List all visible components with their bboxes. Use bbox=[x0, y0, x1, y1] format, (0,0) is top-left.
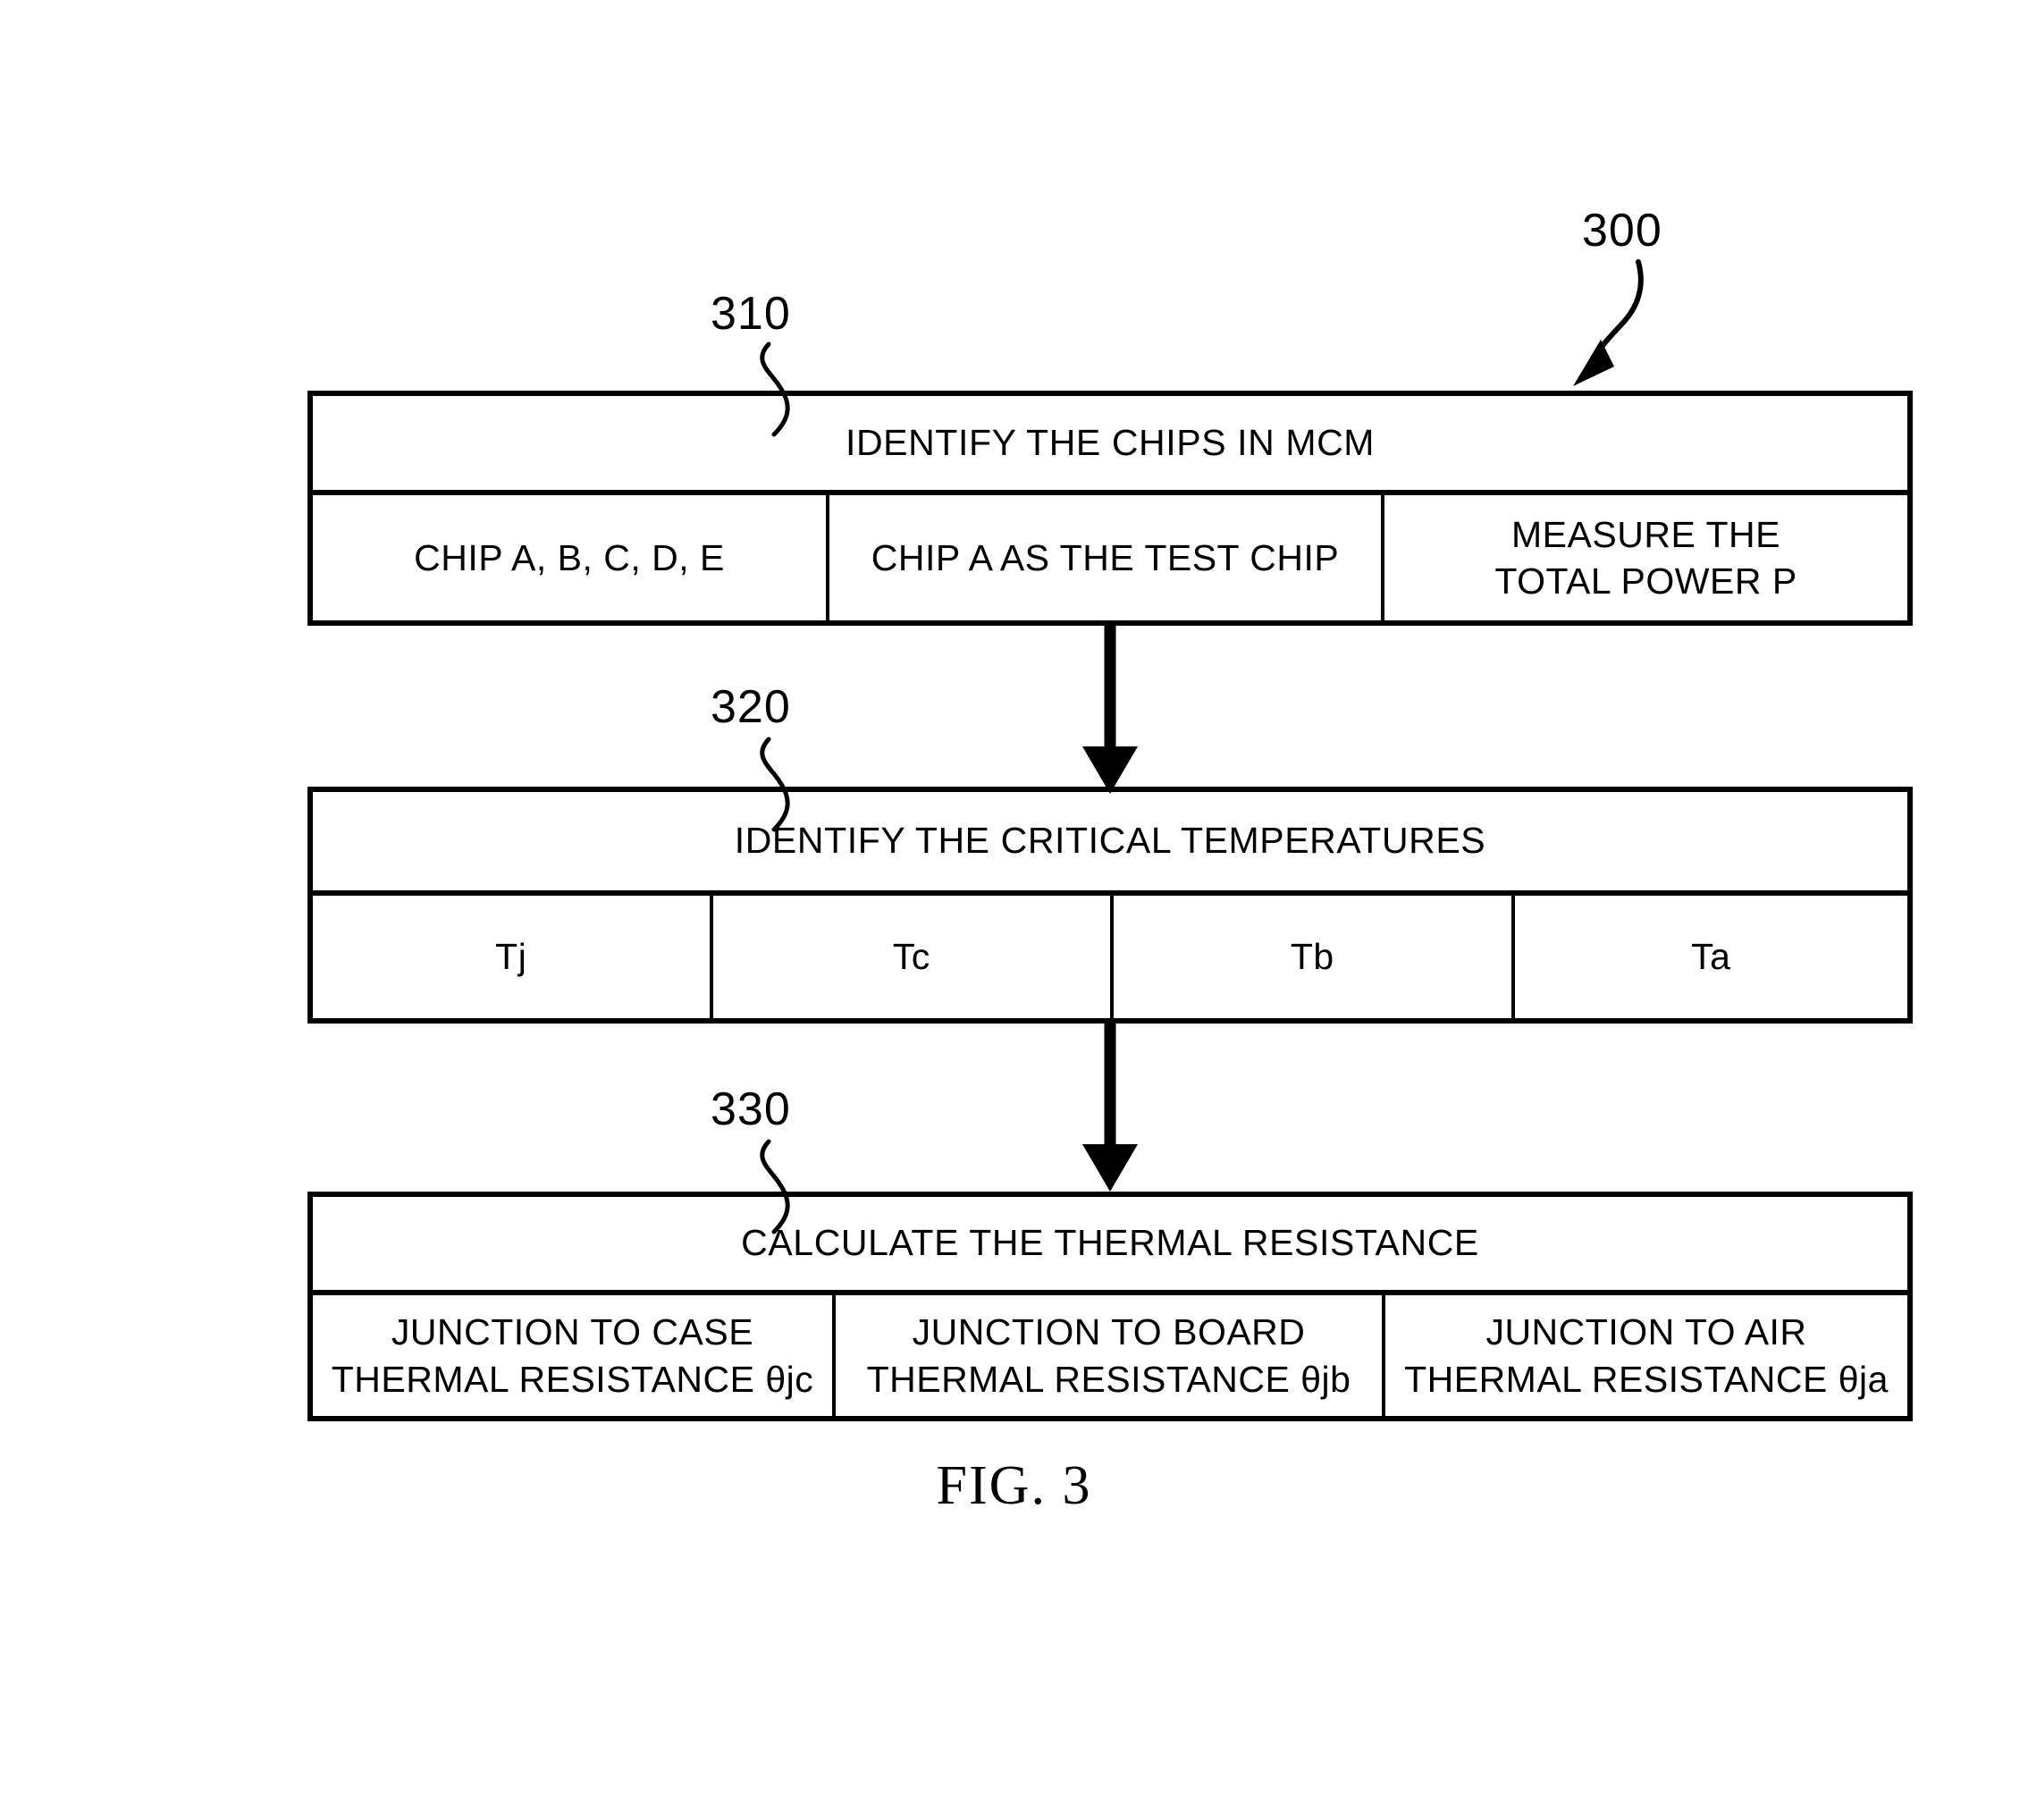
block-310-cell-test-chip: CHIP A AS THE TEST CHIP bbox=[829, 495, 1384, 620]
block-330-header-label: CALCULATE THE THERMAL RESISTANCE bbox=[741, 1222, 1479, 1264]
block-320-cell-tc-label: Tc bbox=[892, 936, 930, 978]
process-block-310: IDENTIFY THE CHIPS IN MCM CHIP A, B, C, … bbox=[307, 391, 1913, 626]
block-310-cell-test-chip-label: CHIP A AS THE TEST CHIP bbox=[871, 536, 1340, 578]
block-310-cell-chips-label: CHIP A, B, C, D, E bbox=[414, 536, 725, 578]
block-320-header: IDENTIFY THE CRITICAL TEMPERATURES bbox=[313, 792, 1907, 896]
block-320-header-label: IDENTIFY THE CRITICAL TEMPERATURES bbox=[734, 820, 1486, 862]
block-320-cell-ta-label: Ta bbox=[1691, 936, 1731, 978]
leader-arrowhead-300 bbox=[1573, 340, 1614, 386]
block-320-cell-ta: Ta bbox=[1515, 896, 1908, 1018]
leader-line-300 bbox=[1589, 259, 1644, 364]
block-320-cell-tj-label: Tj bbox=[495, 936, 527, 978]
block-320-cell-tj: Tj bbox=[313, 896, 713, 1018]
patent-figure-3: 300 310 320 330 IDENTIFY THE CHIPS IN MC… bbox=[0, 0, 2028, 1820]
process-block-330: CALCULATE THE THERMAL RESISTANCE JUNCTIO… bbox=[307, 1192, 1913, 1421]
block-310-cells: CHIP A, B, C, D, E CHIP A AS THE TEST CH… bbox=[313, 495, 1907, 620]
block-320-cell-tb-label: Tb bbox=[1290, 936, 1334, 978]
block-330-cells: JUNCTION TO CASE THERMAL RESISTANCE θjc J… bbox=[313, 1295, 1907, 1416]
arrow-head-320-to-330 bbox=[1082, 1144, 1138, 1192]
reference-numeral-320: 320 bbox=[711, 681, 791, 733]
reference-numeral-310: 310 bbox=[711, 288, 791, 340]
reference-numeral-300: 300 bbox=[1582, 205, 1662, 257]
block-330-cell-junction-to-air-label: JUNCTION TO AIR THERMAL RESISTANCE θja bbox=[1404, 1311, 1889, 1400]
block-310-header-label: IDENTIFY THE CHIPS IN MCM bbox=[845, 421, 1376, 463]
block-310-cell-total-power-label: MEASURE THE TOTAL POWER P bbox=[1494, 513, 1797, 602]
reference-numeral-330: 330 bbox=[711, 1083, 791, 1135]
block-330-header: CALCULATE THE THERMAL RESISTANCE bbox=[313, 1197, 1907, 1295]
figure-caption: FIG. 3 bbox=[936, 1455, 1092, 1516]
block-330-cell-junction-to-case-label: JUNCTION TO CASE THERMAL RESISTANCE θjc bbox=[331, 1311, 814, 1400]
process-block-320: IDENTIFY THE CRITICAL TEMPERATURES Tj Tc… bbox=[307, 787, 1913, 1024]
block-330-cell-junction-to-case: JUNCTION TO CASE THERMAL RESISTANCE θjc bbox=[313, 1295, 836, 1416]
block-310-cell-total-power: MEASURE THE TOTAL POWER P bbox=[1384, 495, 1907, 620]
block-330-cell-junction-to-board: JUNCTION TO BOARD THERMAL RESISTANCE θjb bbox=[836, 1295, 1385, 1416]
block-330-cell-junction-to-air: JUNCTION TO AIR THERMAL RESISTANCE θja bbox=[1385, 1295, 1907, 1416]
block-310-cell-chips: CHIP A, B, C, D, E bbox=[313, 495, 829, 620]
block-320-cells: Tj Tc Tb Ta bbox=[313, 896, 1907, 1018]
block-310-header: IDENTIFY THE CHIPS IN MCM bbox=[313, 396, 1907, 495]
block-320-cell-tc: Tc bbox=[713, 896, 1114, 1018]
block-320-cell-tb: Tb bbox=[1114, 896, 1515, 1018]
block-330-cell-junction-to-board-label: JUNCTION TO BOARD THERMAL RESISTANCE θjb bbox=[866, 1311, 1351, 1400]
